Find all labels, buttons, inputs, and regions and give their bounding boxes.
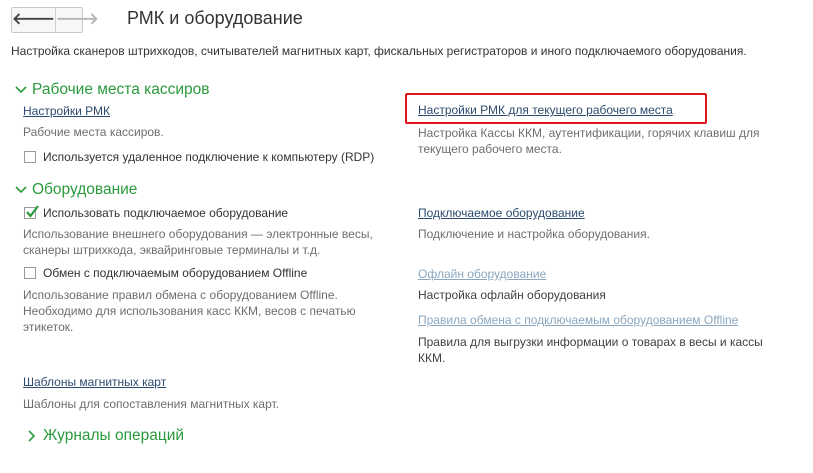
use-equipment-label: Использовать подключаемое оборудование [43,206,289,220]
chevron-down-icon [13,182,29,198]
arrow-right-icon: 🡒 [55,11,99,28]
page-title: РМК и оборудование [127,8,303,28]
navigation-buttons: 🡐 🡒 [11,7,99,33]
section-journals-title: Журналы операций [43,427,185,444]
highlight-frame [405,93,707,124]
arrow-left-icon: 🡐 [12,11,55,28]
offline-equipment-link[interactable]: Офлайн оборудование [418,267,546,281]
rdp-checkbox-label: Используется удаленное подключение к ком… [43,150,375,164]
current-workplace-hint-1: Настройка Кассы ККМ, аутентификации, гор… [418,126,760,140]
offline-equipment-setup-text: Настройка офлайн оборудования [418,288,606,302]
section-journals-header[interactable]: Журналы операций [24,427,184,445]
section-equipment-title: Оборудование [32,181,138,198]
checkmark-icon [26,205,39,218]
chevron-right-icon [24,428,40,444]
exchange-rules-hint-1: Правила для выгрузки информации о товара… [418,335,763,349]
offline-exchange-checkbox-row[interactable]: Обмен с подключаемым оборудованием Offli… [24,266,307,280]
connected-equipment-hint: Подключение и настройка оборудования. [418,227,650,241]
page-description: Настройка сканеров штрихкодов, считывате… [11,44,747,58]
chevron-down-icon [13,82,29,98]
section-cashier-header[interactable]: Рабочие места кассиров [13,81,210,99]
offline-exchange-hint-1: Использование правил обмена с оборудован… [23,288,338,302]
exchange-rules-hint-2: ККМ. [418,351,446,365]
section-equipment-header[interactable]: Оборудование [13,181,137,199]
use-equipment-hint-1: Использование внешнего оборудования — эл… [23,227,373,241]
rmk-settings-link[interactable]: Настройки РМК [23,104,110,118]
offline-exchange-label: Обмен с подключаемым оборудованием Offli… [43,266,308,280]
use-equipment-checkbox[interactable] [24,205,39,219]
rdp-checkbox[interactable] [24,151,36,163]
rmk-settings-hint: Рабочие места кассиров. [23,125,164,139]
magnetic-card-templates-link[interactable]: Шаблоны магнитных карт [23,375,166,389]
use-equipment-checkbox-row[interactable]: Использовать подключаемое оборудование [24,205,289,220]
offline-exchange-hint-2: Необходимо для использования касс ККМ, в… [23,304,356,318]
rdp-checkbox-row[interactable]: Используется удаленное подключение к ком… [24,150,374,164]
current-workplace-hint-2: текущего рабочего места. [418,142,562,156]
offline-exchange-checkbox[interactable] [24,267,36,279]
forward-button[interactable]: 🡒 [56,8,99,32]
offline-exchange-hint-3: этикеток. [23,320,74,334]
magnetic-card-templates-hint: Шаблоны для сопоставления магнитных карт… [23,397,280,411]
section-cashier-title: Рабочие места кассиров [32,81,210,98]
connected-equipment-link[interactable]: Подключаемое оборудование [418,206,585,220]
exchange-rules-link[interactable]: Правила обмена с подключаемым оборудован… [418,313,738,327]
use-equipment-hint-2: сканеры штрихкода, эквайринговые термина… [23,243,321,257]
back-button[interactable]: 🡐 [12,8,56,32]
